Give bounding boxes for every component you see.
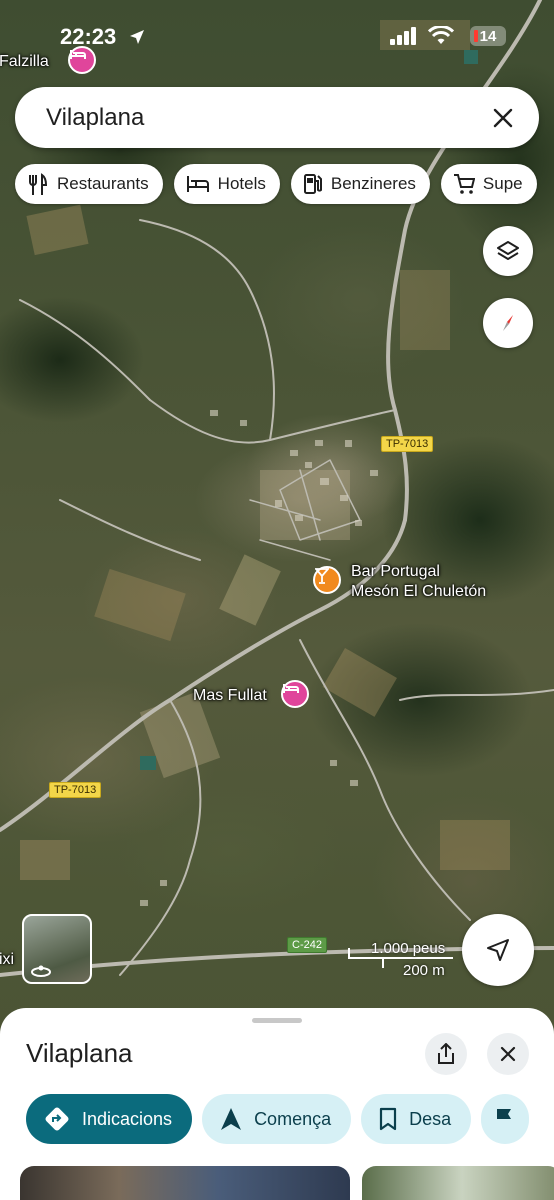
share-icon [438,1043,454,1064]
flag-icon [497,1109,512,1130]
close-icon [500,1046,516,1062]
bed-icon [283,684,299,693]
place-photo[interactable] [362,1166,554,1200]
street-view-360-icon [31,965,51,977]
my-location-button[interactable] [462,914,534,986]
place-title: Vilaplana [26,1038,133,1068]
clear-search-button[interactable] [489,104,517,132]
compass-button[interactable] [483,298,533,348]
save-button[interactable]: Desa [361,1094,472,1144]
action-label: Indicacions [82,1108,173,1129]
close-icon [493,108,513,127]
cocktail-icon [315,568,329,584]
road-label-tp7013: TP-7013 [381,436,434,452]
bed-icon [186,176,209,192]
chip-restaurants[interactable]: Restaurants [15,164,163,204]
road-label-c242: C-242 [287,937,327,953]
share-button[interactable] [425,1033,467,1075]
action-buttons: Indicacions Comença Desa [26,1094,530,1144]
hotel-pin[interactable] [68,46,96,74]
gas-station-icon [303,174,322,194]
cellular-signal-icon [390,27,416,45]
bar-pin[interactable] [313,566,341,594]
chip-gas-stations[interactable]: Benzineres [290,164,430,204]
place-photo[interactable] [20,1166,350,1200]
place-photos [20,1166,554,1200]
search-input[interactable]: Vilaplana [46,104,489,132]
poi-label-left-edge[interactable]: ixi [0,950,14,970]
water-pool [140,756,156,770]
location-arrow-icon [130,30,144,44]
scale-metric: 200 m [403,962,445,979]
hotel-pin[interactable] [281,680,309,708]
search-bar[interactable]: Vilaplana [15,87,539,148]
action-label: Desa [409,1108,452,1129]
status-time: 22:23 [60,24,117,49]
start-button[interactable]: Comença [202,1094,352,1144]
chip-label: Supe [482,174,523,193]
directions-button[interactable]: Indicacions [26,1094,193,1144]
map-fields [20,20,510,880]
bookmark-icon [380,1107,397,1131]
navigation-arrow-icon [487,939,509,961]
place-bottom-sheet[interactable]: Vilaplana Indicacions Comença Desa [0,1008,554,1200]
sheet-drag-handle[interactable] [252,1018,302,1023]
layers-button[interactable] [483,226,533,276]
chip-hotels[interactable]: Hotels [173,164,280,204]
fork-knife-icon [29,173,48,195]
shopping-cart-icon [453,174,475,194]
battery-indicator: 14 [470,26,506,46]
scale-imperial: 1.000 peus [371,940,446,957]
close-sheet-button[interactable] [487,1033,529,1075]
poi-label-falzilla[interactable]: Falzilla [0,52,49,72]
action-label: Comença [254,1108,332,1129]
road-label-tp7013: TP-7013 [49,782,102,798]
water-pool [464,50,478,64]
chip-label: Restaurants [57,174,149,193]
street-view-thumbnail[interactable] [22,914,92,984]
wifi-icon [428,26,454,44]
category-chips: Restaurants Hotels Benzineres Supe [15,164,537,204]
chip-label: Benzineres [330,174,416,193]
chip-supermarkets[interactable]: Supe [440,164,537,204]
layers-icon [497,241,519,260]
compass-icon [503,315,513,331]
poi-label-bar-portugal[interactable]: Bar Portugal Mesón El Chuletón [351,562,486,602]
directions-icon [45,1107,69,1131]
chip-label: Hotels [217,174,266,193]
poi-label-mas-fullat[interactable]: Mas Fullat [193,686,267,706]
navigation-arrow-icon [221,1108,242,1130]
flag-button[interactable] [481,1094,530,1144]
